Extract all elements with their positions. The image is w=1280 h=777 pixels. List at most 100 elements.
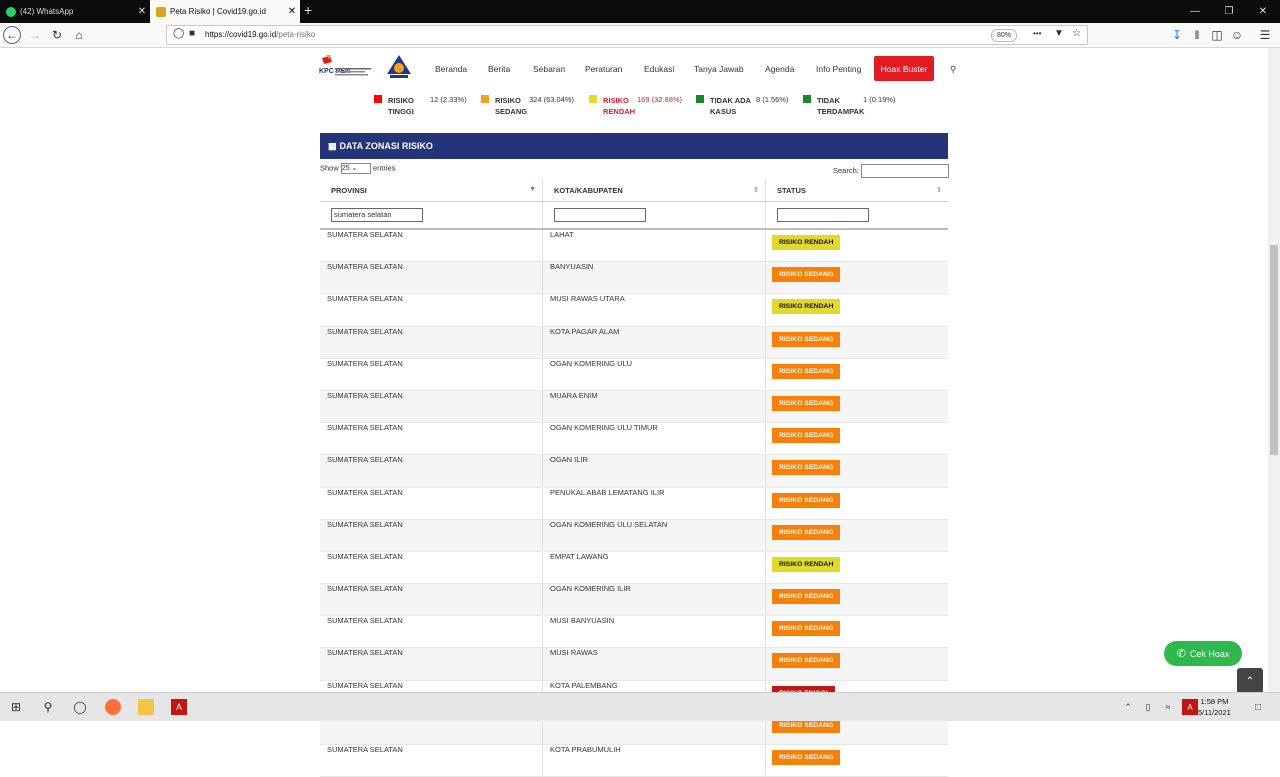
table-row: SUMATERA SELATAN EMPAT LAWANG RISIKO RENDA… xyxy=(320,551,948,585)
entries-select[interactable]: 25 ⌄ xyxy=(340,163,371,174)
filter-kota-input[interactable] xyxy=(554,208,646,222)
table-row: SUMATERA SELATAN OGAN KOMERING ILIR RISIKO… xyxy=(320,583,948,617)
cell-provinsi: SUMATERA SELATAN xyxy=(320,519,543,552)
status-badge: RISIKO SEDANG xyxy=(772,653,841,669)
forward-icon[interactable]: → xyxy=(26,26,44,44)
cell-provinsi: SUMATERA SELATAN xyxy=(320,454,543,488)
table-row: SUMATERA SELATAN OGAN KOMERING ULU SELATA… xyxy=(320,519,948,552)
legend-count: 1 (0.19%) xyxy=(863,95,896,104)
cell-kota: KOTA PAGAR ALAM xyxy=(542,326,766,359)
url-path: /peta-risiko xyxy=(276,30,316,39)
tray-app-icon[interactable]: A xyxy=(1182,699,1198,715)
library-icon[interactable]: ‖ xyxy=(1188,26,1206,44)
menu-beranda[interactable]: Beranda xyxy=(435,64,467,74)
wifi-icon[interactable]: ≈ xyxy=(1160,699,1176,715)
cell-provinsi: SUMATERA SELATAN xyxy=(320,551,543,585)
menu-berita[interactable]: Berita xyxy=(488,64,510,74)
menu-sebaran[interactable]: Sebaran xyxy=(533,64,565,74)
table-row: SUMATERA SELATAN OGAN KOMERING ULU RISIKO … xyxy=(320,358,948,391)
column-header-kota[interactable]: KOTA/KABUPATEN ⇕ xyxy=(542,180,766,202)
filter-provinsi-input[interactable]: sumatera selatan xyxy=(331,208,423,222)
minimize-icon[interactable]: — xyxy=(1178,0,1212,23)
back-to-top-button[interactable]: ⌃ xyxy=(1237,668,1263,694)
zoom-level[interactable]: 80% xyxy=(991,29,1017,42)
hoax-buster-button[interactable]: Hoax Buster xyxy=(874,56,934,81)
tab-peta-risiko[interactable]: Peta Risiko | Covid19.go.id ✕ xyxy=(150,0,300,23)
table-search-input[interactable] xyxy=(861,164,949,178)
filter-row: sumatera selatan xyxy=(320,201,948,230)
column-header-provinsi[interactable]: PROVINSI ▼ xyxy=(320,180,543,202)
garuda-favicon-icon xyxy=(156,6,166,17)
table-row: SUMATERA SELATAN BANYUASIN RISIKO SEDANG xyxy=(320,261,948,295)
whatsapp-icon xyxy=(6,6,16,17)
cek-hoax-button[interactable]: ✆ Cek Hoax xyxy=(1164,641,1242,666)
account-icon[interactable]: ☺ xyxy=(1228,26,1246,44)
menu-edukasi[interactable]: Edukasi xyxy=(644,64,674,74)
close-tab-icon[interactable]: ✕ xyxy=(134,6,150,17)
menu-info-penting[interactable]: Info Penting xyxy=(816,64,861,74)
column-header-status[interactable]: STATUS ⇕ xyxy=(765,180,948,202)
notification-icon[interactable]: □ xyxy=(1250,699,1266,715)
tab-label: (42) WhatsApp xyxy=(20,7,74,16)
home-icon[interactable]: ⌂ xyxy=(70,26,88,44)
sidebar-icon[interactable]: ◫ xyxy=(1208,26,1226,44)
tab-whatsapp[interactable]: (42) WhatsApp ✕ xyxy=(0,0,150,23)
cell-kota: OGAN KOMERING ULU TIMUR xyxy=(542,422,766,456)
pocket-icon[interactable]: ▼ xyxy=(1054,28,1064,39)
site-header: KPC PEN Beranda Berita Sebaran Peraturan… xyxy=(318,52,968,86)
search-icon[interactable]: ⚲ xyxy=(40,699,56,715)
legend-swatch xyxy=(481,95,489,103)
cek-hoax-label: Cek Hoax xyxy=(1189,648,1230,659)
status-badge: RISIKO SEDANG xyxy=(772,621,841,637)
taskbar-clock[interactable]: 1:58 PM 5/11/2021 xyxy=(1198,696,1231,718)
firefox-icon[interactable] xyxy=(105,699,121,715)
status-badge: RISIKO RENDAH xyxy=(772,299,841,315)
scrollbar-thumb[interactable] xyxy=(1270,245,1278,455)
cell-kota: EMPAT LAWANG xyxy=(542,551,766,585)
task-view-icon[interactable]: ◯ xyxy=(72,699,88,715)
cell-kota: MUARA ENIM xyxy=(542,390,766,424)
kpc-pen-logo[interactable]: KPC PEN xyxy=(318,54,373,82)
bnpb-logo[interactable] xyxy=(386,54,412,80)
cell-status: RISIKO RENDAH xyxy=(765,229,948,263)
sort-icon: ⇕ xyxy=(753,187,759,194)
menu-icon[interactable]: ☰ xyxy=(1256,26,1274,44)
table-row: SUMATERA SELATAN KOTA PAGAR ALAM RISIKO SE… xyxy=(320,326,948,359)
shield-icon[interactable]: ◯ xyxy=(173,28,184,39)
url-bar[interactable]: ◯ ■ https://covid19.go.id/peta-risiko 80… xyxy=(166,25,1088,45)
restore-icon[interactable]: ❐ xyxy=(1212,0,1246,23)
lock-icon[interactable]: ■ xyxy=(189,28,195,39)
cell-provinsi: SUMATERA SELATAN xyxy=(320,358,543,391)
acrobat-icon[interactable]: A xyxy=(171,699,187,715)
tray-battery-icon[interactable]: ▯ xyxy=(1140,699,1156,715)
status-badge: RISIKO SEDANG xyxy=(772,331,841,347)
cell-provinsi: SUMATERA SELATAN xyxy=(320,326,543,359)
bookmark-star-icon[interactable]: ☆ xyxy=(1072,28,1081,39)
status-badge: RISIKO SEDANG xyxy=(772,589,841,605)
cell-status: RISIKO SEDANG xyxy=(765,583,948,617)
cell-kota: LAHAT xyxy=(542,229,766,263)
search-icon[interactable]: ⚲ xyxy=(950,64,956,75)
menu-agenda[interactable]: Agenda xyxy=(765,64,794,74)
cell-provinsi: SUMATERA SELATAN xyxy=(320,615,543,649)
windows-start-icon[interactable]: ⊞ xyxy=(8,699,24,715)
menu-tanya-jawab[interactable]: Tanya Jawab xyxy=(694,64,744,74)
page-actions-icon[interactable]: ••• xyxy=(1033,29,1041,38)
cell-kota: PENUKAL ABAB LEMATANG ILIR xyxy=(542,487,766,520)
menu-peraturan[interactable]: Peraturan xyxy=(585,64,622,74)
close-tab-icon[interactable]: ✕ xyxy=(284,6,300,17)
browser-nav-bar: ← → ↻ ⌂ ◯ ■ https://covid19.go.id/peta-r… xyxy=(0,23,1280,48)
table-row: SUMATERA SELATAN PENUKAL ABAB LEMATANG IL… xyxy=(320,487,948,520)
filter-status-input[interactable] xyxy=(777,208,869,222)
new-tab-button[interactable]: + xyxy=(304,2,312,18)
file-explorer-icon[interactable] xyxy=(138,699,154,715)
reload-icon[interactable]: ↻ xyxy=(48,26,66,44)
tray-chevron-icon[interactable]: ⌃ xyxy=(1120,699,1136,715)
cell-kota: BANYUASIN xyxy=(542,261,766,295)
status-badge: RISIKO RENDAH xyxy=(772,556,841,572)
back-icon[interactable]: ← xyxy=(3,26,21,44)
close-window-icon[interactable]: ✕ xyxy=(1246,0,1280,23)
cell-status: RISIKO SEDANG xyxy=(765,358,948,391)
download-icon[interactable]: ↧ xyxy=(1168,26,1186,44)
windows-taskbar: ⊞ ⚲ ◯ A ⌃ ▯ ≈ A 1:58 PM 5/11/2021 □ xyxy=(0,692,1280,721)
